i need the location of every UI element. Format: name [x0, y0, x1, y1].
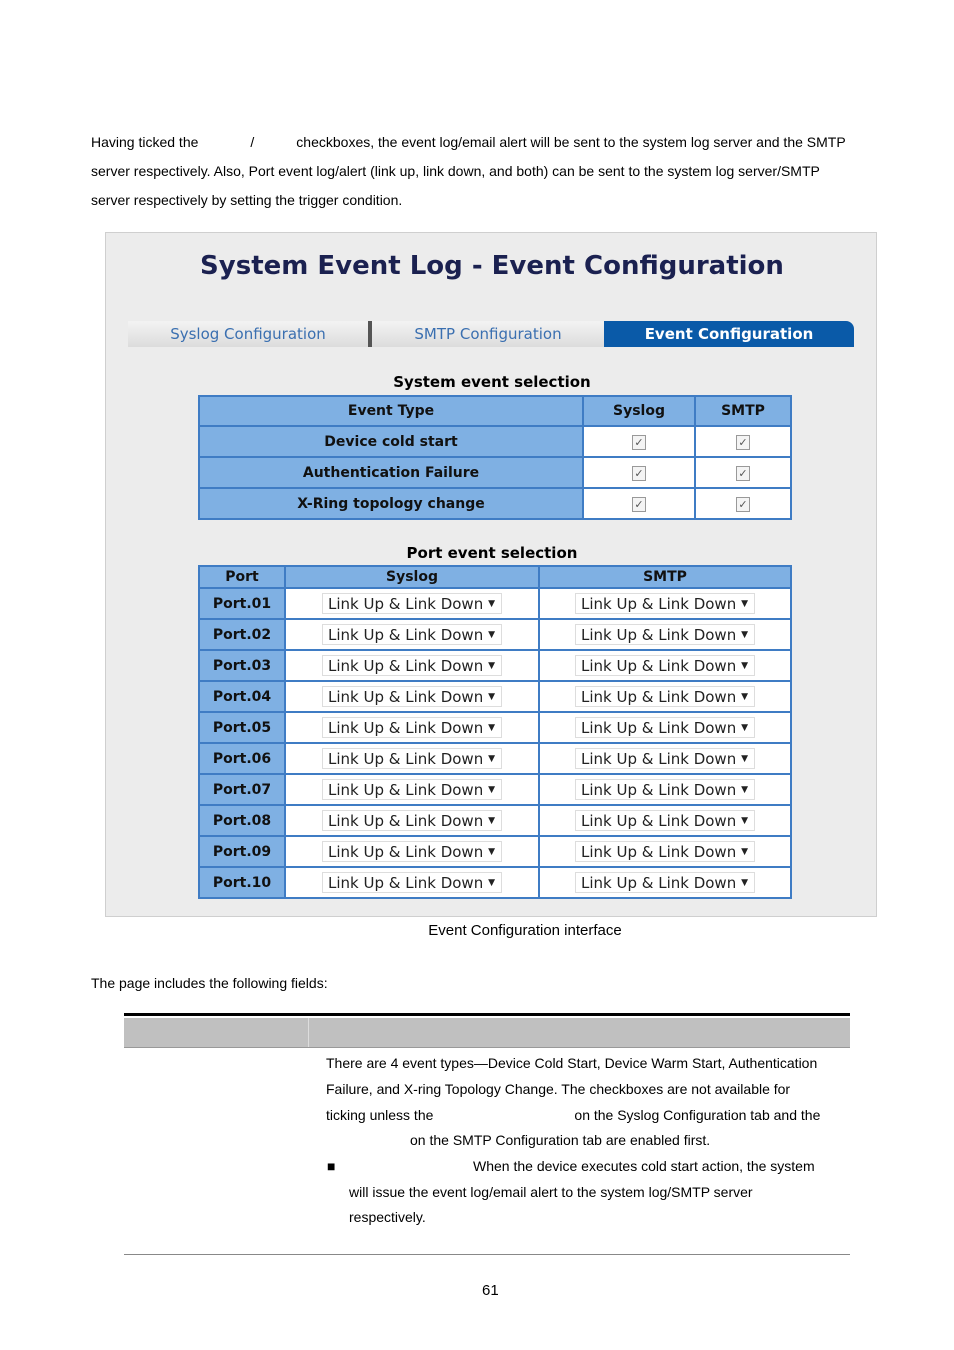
syslog-trigger-select[interactable]: Link Up & Link Down ▼	[322, 748, 502, 769]
chevron-down-icon: ▼	[488, 816, 495, 826]
event-type-cell: Authentication Failure	[198, 456, 584, 489]
header-port: Port	[198, 565, 286, 589]
smtp-trigger-select[interactable]: Link Up & Link Down ▼	[575, 872, 755, 893]
port-cell: Port.06	[198, 742, 286, 775]
port-event-row: Port.02 Link Up & Link Down ▼ Link Up & Lin…	[198, 618, 792, 651]
chevron-down-icon: ▼	[488, 661, 495, 671]
chevron-down-icon: ▼	[741, 847, 748, 857]
syslog-trigger-select[interactable]: Link Up & Link Down ▼	[322, 655, 502, 676]
smtp-trigger-select[interactable]: Link Up & Link Down ▼	[575, 717, 755, 738]
syslog-trigger-select[interactable]: Link Up & Link Down ▼	[322, 779, 502, 800]
smtp-trigger-select[interactable]: Link Up & Link Down ▼	[575, 779, 755, 800]
port-cell: Port.09	[198, 835, 286, 868]
smtp-trigger-select[interactable]: Link Up & Link Down ▼	[575, 748, 755, 769]
syslog-trigger-select[interactable]: Link Up & Link Down ▼	[322, 624, 502, 645]
header-syslog: Syslog	[582, 395, 696, 427]
chevron-down-icon: ▼	[488, 785, 495, 795]
chevron-down-icon: ▼	[741, 878, 748, 888]
fields-row-event-type: There are 4 event types—Device Cold Star…	[326, 1055, 821, 1225]
page-title: System Event Log - Event Configuration	[200, 251, 784, 281]
smtp-trigger-select[interactable]: Link Up & Link Down ▼	[575, 655, 755, 676]
chevron-down-icon: ▼	[488, 847, 495, 857]
system-event-table: Event Type Syslog SMTP Device cold start ✓ ✓…	[198, 395, 792, 520]
event-type-cell: X-Ring topology change	[198, 487, 584, 520]
smtp-checkbox[interactable]: ✓	[736, 434, 750, 450]
chevron-down-icon: ▼	[741, 599, 748, 609]
tab-event-configuration[interactable]: Event Configuration	[604, 321, 854, 347]
system-event-row: Device cold start ✓ ✓	[198, 425, 792, 458]
syslog-trigger-select[interactable]: Link Up & Link Down ▼	[322, 810, 502, 831]
header-smtp: SMTP	[538, 565, 792, 589]
system-event-row: X-Ring topology change ✓ ✓	[198, 487, 792, 520]
bullet-icon: ■	[327, 1158, 336, 1174]
chevron-down-icon: ▼	[741, 816, 748, 826]
syslog-checkbox[interactable]: ✓	[632, 496, 646, 512]
port-event-row: Port.04 Link Up & Link Down ▼ Link Up & Lin…	[198, 680, 792, 713]
system-event-row: Authentication Failure ✓ ✓	[198, 456, 792, 489]
figure-caption: Event Configuration interface	[428, 922, 622, 939]
port-cell: Port.03	[198, 649, 286, 682]
chevron-down-icon: ▼	[488, 723, 495, 733]
fields-table: There are 4 event types—Device Cold Star…	[124, 1013, 850, 1255]
port-event-row: Port.10 Link Up & Link Down ▼ Link Up & Lin…	[198, 866, 792, 899]
chevron-down-icon: ▼	[741, 661, 748, 671]
chevron-down-icon: ▼	[488, 599, 495, 609]
chevron-down-icon: ▼	[488, 754, 495, 764]
smtp-checkbox[interactable]: ✓	[736, 496, 750, 512]
port-event-row: Port.08 Link Up & Link Down ▼ Link Up & Lin…	[198, 804, 792, 837]
port-event-row: Port.03 Link Up & Link Down ▼ Link Up & Lin…	[198, 649, 792, 682]
syslog-trigger-select[interactable]: Link Up & Link Down ▼	[322, 717, 502, 738]
port-cell: Port.02	[198, 618, 286, 651]
smtp-trigger-select[interactable]: Link Up & Link Down ▼	[575, 841, 755, 862]
port-event-row: Port.09 Link Up & Link Down ▼ Link Up & Lin…	[198, 835, 792, 868]
smtp-trigger-select[interactable]: Link Up & Link Down ▼	[575, 810, 755, 831]
syslog-trigger-select[interactable]: Link Up & Link Down ▼	[322, 686, 502, 707]
syslog-trigger-select[interactable]: Link Up & Link Down ▼	[322, 841, 502, 862]
fields-table-header	[124, 1018, 850, 1048]
tab-syslog-configuration[interactable]: Syslog Configuration	[128, 321, 372, 347]
syslog-trigger-select[interactable]: Link Up & Link Down ▼	[322, 872, 502, 893]
port-cell: Port.05	[198, 711, 286, 744]
smtp-checkbox[interactable]: ✓	[736, 465, 750, 481]
port-event-row: Port.06 Link Up & Link Down ▼ Link Up & Lin…	[198, 742, 792, 775]
smtp-trigger-select[interactable]: Link Up & Link Down ▼	[575, 686, 755, 707]
port-event-table: Port Syslog SMTP Port.01 Link Up & Link Dow…	[198, 565, 792, 899]
chevron-down-icon: ▼	[741, 785, 748, 795]
chevron-down-icon: ▼	[488, 878, 495, 888]
chevron-down-icon: ▼	[741, 754, 748, 764]
smtp-trigger-select[interactable]: Link Up & Link Down ▼	[575, 593, 755, 614]
chevron-down-icon: ▼	[741, 630, 748, 640]
system-section-title: System event selection	[393, 373, 591, 391]
port-event-row: Port.07 Link Up & Link Down ▼ Link Up & Lin…	[198, 773, 792, 806]
intro-line-2: server respectively. Also, Port event lo…	[91, 163, 820, 179]
header-syslog: Syslog	[284, 565, 540, 589]
smtp-trigger-select[interactable]: Link Up & Link Down ▼	[575, 624, 755, 645]
port-cell: Port.01	[198, 587, 286, 620]
chevron-down-icon: ▼	[741, 692, 748, 702]
intro-line-3: server respectively by setting the trigg…	[91, 192, 403, 208]
syslog-checkbox[interactable]: ✓	[632, 434, 646, 450]
port-section-title: Port event selection	[406, 544, 578, 562]
intro-line-1: Having ticked the / checkboxes, the event …	[91, 134, 846, 150]
port-event-row: Port.01 Link Up & Link Down ▼ Link Up & Lin…	[198, 587, 792, 620]
port-cell: Port.04	[198, 680, 286, 713]
port-cell: Port.07	[198, 773, 286, 806]
fields-intro: The page includes the following fields:	[91, 975, 328, 991]
chevron-down-icon: ▼	[488, 630, 495, 640]
port-cell: Port.10	[198, 866, 286, 899]
chevron-down-icon: ▼	[741, 723, 748, 733]
syslog-checkbox[interactable]: ✓	[632, 465, 646, 481]
header-event-type: Event Type	[198, 395, 584, 427]
tab-smtp-configuration[interactable]: SMTP Configuration	[372, 321, 604, 347]
page-number: 61	[482, 1282, 499, 1299]
port-event-row: Port.05 Link Up & Link Down ▼ Link Up & Lin…	[198, 711, 792, 744]
syslog-trigger-select[interactable]: Link Up & Link Down ▼	[322, 593, 502, 614]
event-configuration-screenshot: System Event Log - Event Configuration S…	[105, 232, 877, 917]
port-cell: Port.08	[198, 804, 286, 837]
event-type-cell: Device cold start	[198, 425, 584, 458]
chevron-down-icon: ▼	[488, 692, 495, 702]
header-smtp: SMTP	[694, 395, 792, 427]
